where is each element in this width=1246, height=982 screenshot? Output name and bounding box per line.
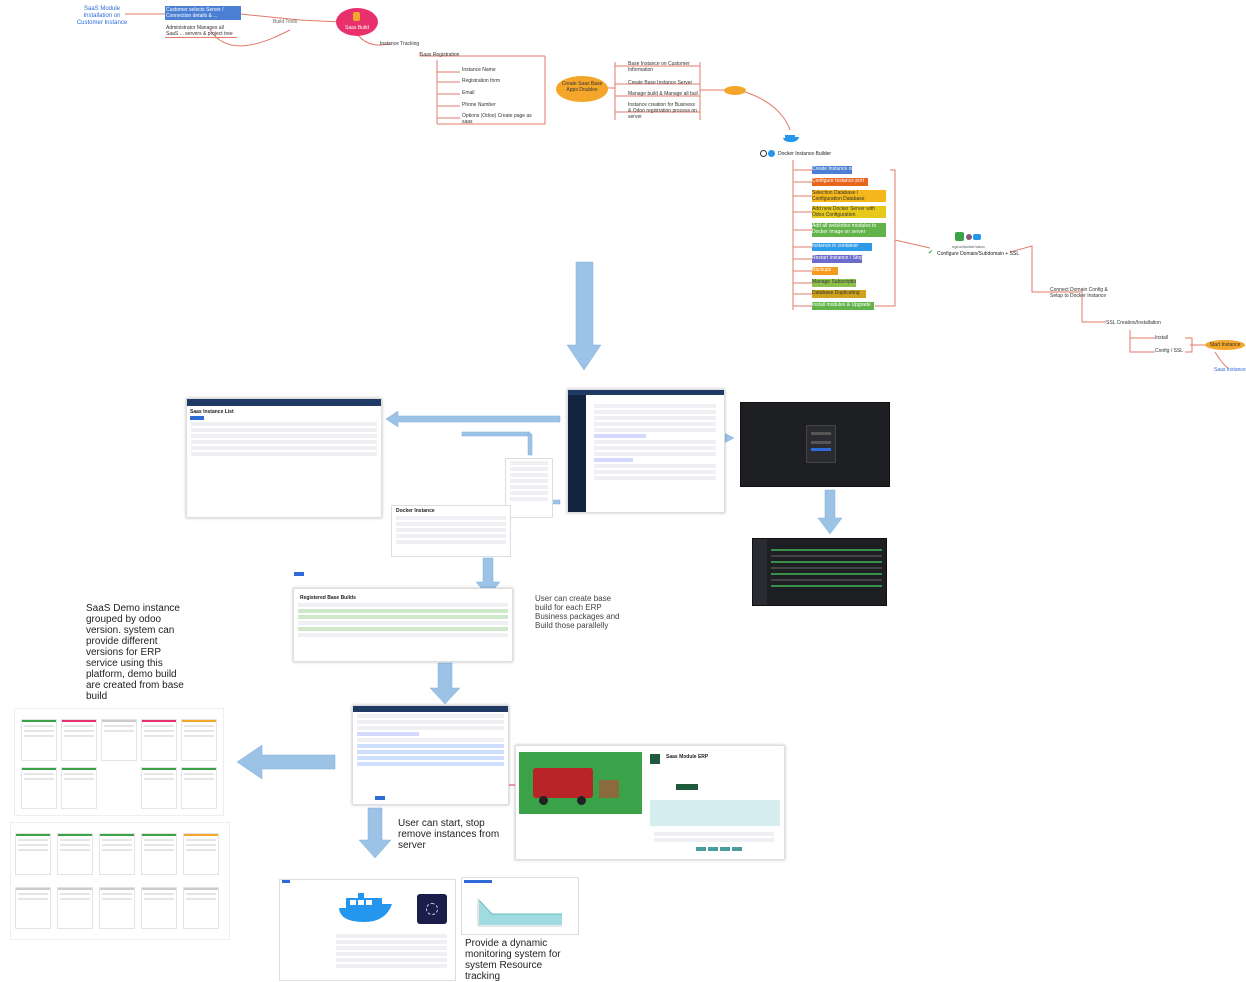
action-button[interactable]: [375, 796, 385, 800]
login-card: [806, 425, 836, 463]
product-title: Saas Module ERP: [666, 754, 709, 760]
demo-caption: SaaS Demo instance grouped by odoo versi…: [86, 603, 184, 702]
docker-instance-screenshot: [279, 879, 456, 981]
demo-kanban-bottom: [10, 822, 230, 940]
dark-table-screenshot: [752, 538, 887, 606]
saas-instance-list-screenshot: Saas Instance List: [186, 398, 382, 518]
builds-title: Registered Base Builds: [300, 595, 356, 601]
resource-chart: [477, 898, 562, 927]
list-title: Saas Instance List: [190, 409, 234, 415]
registered-builds-screenshot: Registered Base Builds: [293, 588, 513, 662]
builds-tab[interactable]: [294, 572, 304, 576]
build-popup-screenshot: Docker Instance: [391, 505, 511, 557]
popup-title: Docker Instance: [396, 508, 435, 514]
top-navbar: [187, 399, 381, 406]
build-caption: User can create base build for each ERP …: [535, 594, 620, 630]
sidebar: [568, 395, 586, 512]
saas-config-form-screenshot: [567, 389, 725, 513]
control-caption: User can start, stop remove instances fr…: [398, 818, 500, 851]
demo-kanban-top: [14, 708, 224, 816]
popup-screenshot: [505, 458, 553, 518]
instance-form-screenshot: [352, 705, 509, 805]
docker-logo-icon: [336, 890, 396, 926]
resource-chart-screenshot: [461, 877, 579, 935]
subscribe-button[interactable]: [676, 784, 698, 790]
van-image: [519, 752, 642, 814]
app-logo-icon: [417, 894, 447, 924]
login-screen-screenshot: [740, 402, 890, 487]
product-page-screenshot: Saas Module ERP: [515, 745, 785, 860]
create-button[interactable]: [190, 416, 204, 420]
top-navbar: [568, 390, 724, 395]
monitor-caption: Provide a dynamic monitoring system for …: [465, 938, 561, 982]
